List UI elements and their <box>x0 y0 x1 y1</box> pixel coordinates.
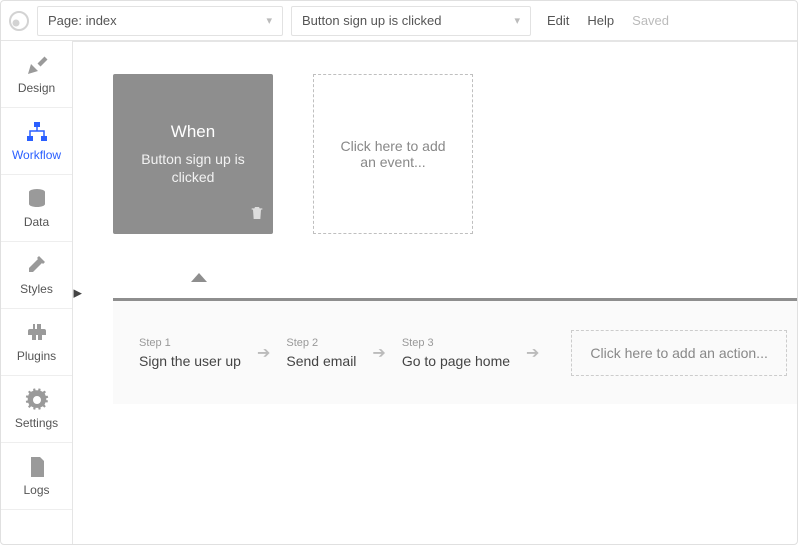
chevron-down-icon: ▾ <box>266 14 272 27</box>
action-step-3[interactable]: Step 3 Go to page home <box>402 337 510 369</box>
help-menu[interactable]: Help <box>587 13 614 28</box>
workflow-selector-label: Button sign up is clicked <box>302 13 441 28</box>
workflow-selector-dropdown[interactable]: Button sign up is clicked ▾ <box>291 6 531 36</box>
top-bar: Page: index ▾ Button sign up is clicked … <box>1 1 797 41</box>
page-selector-dropdown[interactable]: Page: index ▾ <box>37 6 283 36</box>
styles-icon <box>25 254 49 278</box>
save-status: Saved <box>632 13 669 28</box>
workflow-icon <box>25 120 49 144</box>
arrow-right-icon: ➔ <box>372 343 385 363</box>
gear-icon <box>25 388 49 412</box>
sidebar-item-label: Workflow <box>12 148 61 162</box>
sidebar-item-workflow[interactable]: Workflow <box>1 108 72 175</box>
page-selector-label: Page: index <box>48 13 117 28</box>
sidebar-item-plugins[interactable]: Plugins <box>1 309 72 376</box>
event-when-label: When <box>171 122 215 142</box>
sidebar-item-styles[interactable]: Styles <box>1 242 72 309</box>
event-condition-text: Button sign up is clicked <box>123 150 263 186</box>
sidebar-item-label: Logs <box>23 483 49 497</box>
step-number: Step 2 <box>286 337 356 349</box>
action-step-1[interactable]: Step 1 Sign the user up <box>139 337 241 369</box>
sidebar: Design Workflow Data Styles Plugins <box>1 41 73 544</box>
add-action-button[interactable]: Click here to add an action... <box>571 330 786 376</box>
sidebar-item-label: Settings <box>15 416 58 430</box>
action-tray: Step 1 Sign the user up ➔ Step 2 Send em… <box>113 298 797 404</box>
sidebar-item-logs[interactable]: Logs <box>1 443 72 510</box>
add-event-button[interactable]: Click here to add an event... <box>313 74 473 234</box>
sidebar-item-design[interactable]: Design <box>1 41 72 108</box>
sidebar-item-settings[interactable]: Settings <box>1 376 72 443</box>
action-step-2[interactable]: Step 2 Send email <box>286 337 356 369</box>
step-title: Send email <box>286 353 356 369</box>
step-number: Step 1 <box>139 337 241 349</box>
trash-icon[interactable] <box>249 205 265 226</box>
event-connector-arrow <box>191 273 207 282</box>
add-action-text: Click here to add an action... <box>590 345 767 361</box>
logs-icon <box>25 455 49 479</box>
step-number: Step 3 <box>402 337 510 349</box>
sidebar-item-label: Design <box>18 81 55 95</box>
sidebar-item-label: Styles <box>20 282 53 296</box>
arrow-right-icon: ➔ <box>526 343 539 363</box>
data-icon <box>25 187 49 211</box>
top-menu: Edit Help Saved <box>547 13 669 28</box>
event-card[interactable]: When Button sign up is clicked <box>113 74 273 234</box>
edit-menu[interactable]: Edit <box>547 13 569 28</box>
event-row: When Button sign up is clicked Click her… <box>113 74 797 234</box>
chevron-down-icon: ▾ <box>514 14 520 27</box>
design-icon <box>25 53 49 77</box>
bubble-logo-icon <box>7 9 31 33</box>
plugins-icon <box>25 321 49 345</box>
sidebar-item-data[interactable]: Data <box>1 175 72 242</box>
step-title: Sign the user up <box>139 353 241 369</box>
add-event-text: Click here to add an event... <box>334 138 452 170</box>
workflow-canvas: When Button sign up is clicked Click her… <box>73 41 797 544</box>
sidebar-item-label: Plugins <box>17 349 56 363</box>
arrow-right-icon: ➔ <box>257 343 270 363</box>
step-title: Go to page home <box>402 353 510 369</box>
sidebar-item-label: Data <box>24 215 49 229</box>
